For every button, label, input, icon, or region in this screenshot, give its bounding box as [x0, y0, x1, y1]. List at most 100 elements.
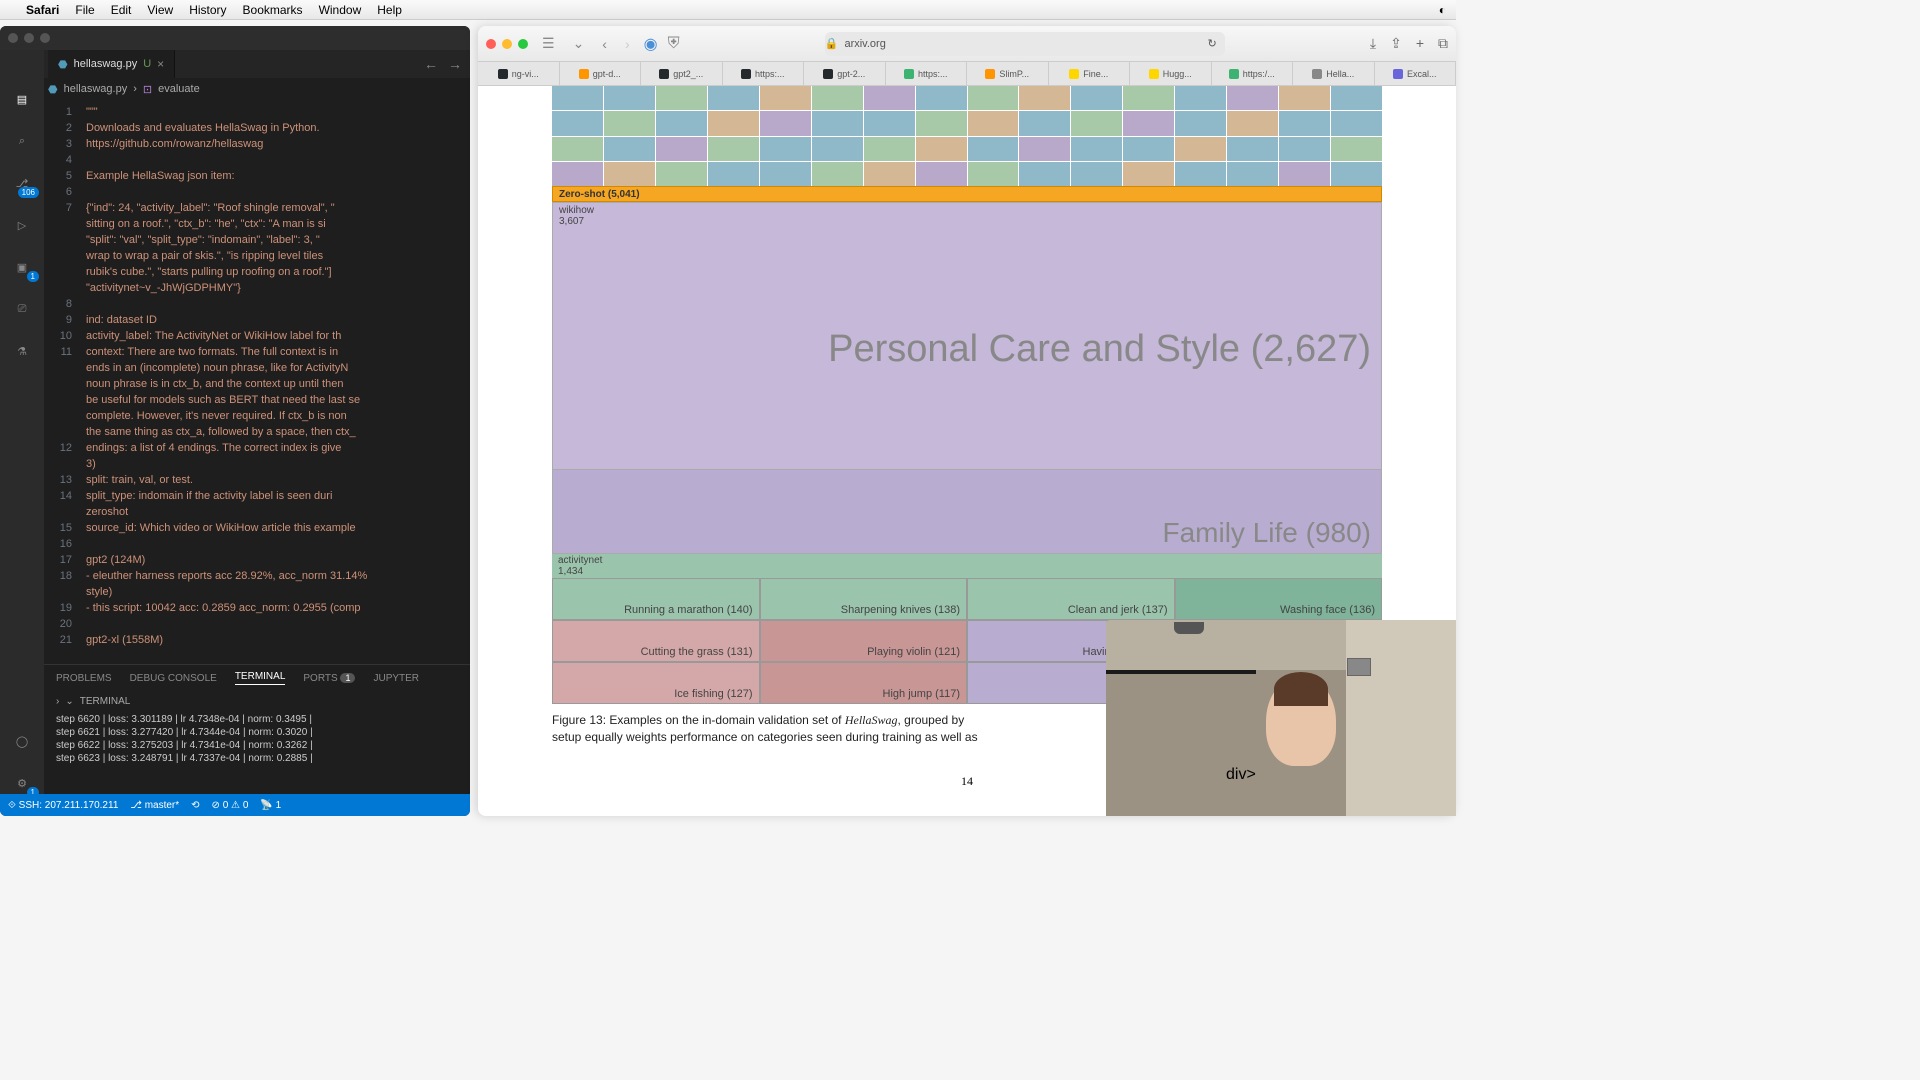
- traffic-lights[interactable]: [486, 39, 528, 49]
- traffic-lights[interactable]: [8, 33, 50, 43]
- favicon-icon: [659, 69, 669, 79]
- status-ports[interactable]: 📡 1: [260, 800, 281, 811]
- menu-edit[interactable]: Edit: [111, 3, 132, 17]
- treemap-cell: Ice fishing (127): [552, 662, 760, 704]
- code-content: """Downloads and evaluates HellaSwag in …: [80, 100, 470, 664]
- remote-icon[interactable]: ⎚: [11, 298, 33, 320]
- panel-tab-debug[interactable]: DEBUG CONSOLE: [130, 673, 217, 684]
- share-icon[interactable]: ⇪: [1390, 35, 1402, 52]
- explorer-icon[interactable]: ▤: [11, 88, 33, 110]
- breadcrumb-symbol: evaluate: [158, 83, 200, 95]
- browser-tab[interactable]: https:/...: [1212, 62, 1294, 85]
- source-control-icon[interactable]: ⎇106: [11, 172, 33, 194]
- reload-icon[interactable]: ↻: [1208, 37, 1225, 50]
- sidebar-icon[interactable]: ☰: [538, 35, 559, 52]
- treemap-cell: Playing violin (121): [760, 620, 968, 662]
- menu-window[interactable]: Window: [319, 3, 362, 17]
- family-life-cell: Family Life (980): [553, 469, 1381, 553]
- chevron-down-icon[interactable]: ⌄: [65, 696, 73, 707]
- chevron-right-icon[interactable]: ›: [56, 696, 59, 707]
- favicon-icon: [1229, 69, 1239, 79]
- menu-help[interactable]: Help: [377, 3, 402, 17]
- vscode-titlebar: [0, 26, 470, 50]
- run-debug-icon[interactable]: ▷: [11, 214, 33, 236]
- line-gutter: 1234567 891011 12 1314 15161718 192021: [44, 100, 80, 664]
- editor-tab-hellaswag[interactable]: ⬣ hellaswag.py U ×: [48, 50, 175, 78]
- terminal-label: TERMINAL: [80, 696, 131, 707]
- favicon-icon: [1149, 69, 1159, 79]
- favicon-icon: [1312, 69, 1322, 79]
- browser-tab[interactable]: https:...: [723, 62, 805, 85]
- wikihow-block: wikihow3,607 Personal Care and Style (2,…: [552, 202, 1382, 554]
- vscode-window: ← → ▤ ⌕ ⎇106 ▷ ▣1 ⎚ ⚗ ◯ ⚙1 ⬣ hellaswag.p…: [0, 26, 470, 816]
- activity-bar: ▤ ⌕ ⎇106 ▷ ▣1 ⎚ ⚗ ◯ ⚙1: [0, 50, 44, 794]
- status-bar: ⟐ SSH: 207.211.170.211 ⎇ master* ⟲ ⊘ 0 ⚠…: [0, 794, 470, 816]
- treemap-cell: Clean and jerk (137): [967, 578, 1175, 620]
- favicon-icon: [498, 69, 508, 79]
- panel-tab-ports[interactable]: PORTS 1: [303, 673, 355, 684]
- treemap-cell: Washing face (136): [1175, 578, 1383, 620]
- panel-tab-problems[interactable]: PROBLEMS: [56, 673, 112, 684]
- tabs-overview-icon[interactable]: ⧉: [1438, 35, 1448, 52]
- lock-icon: 🔒: [825, 37, 839, 50]
- status-branch[interactable]: ⎇ master*: [130, 800, 179, 811]
- treemap-cell: Cutting the grass (131): [552, 620, 760, 662]
- extensions-icon[interactable]: ▣1: [11, 256, 33, 278]
- chevron-down-icon[interactable]: ⌄: [569, 35, 589, 52]
- treemap-top: [552, 86, 1382, 186]
- breadcrumb[interactable]: ⬣ hellaswag.py › ⊡ evaluate: [0, 78, 470, 100]
- safari-tabstrip: ng-vi...gpt-d...gpt2_...https:...gpt-2..…: [478, 62, 1456, 86]
- privacy-icon[interactable]: ⛨: [668, 35, 680, 53]
- settings-gear-icon[interactable]: ⚙1: [11, 772, 33, 794]
- favicon-icon: [1069, 69, 1079, 79]
- status-ssh[interactable]: ⟐ SSH: 207.211.170.211: [8, 800, 118, 811]
- testing-icon[interactable]: ⚗: [11, 340, 33, 362]
- menu-history[interactable]: History: [189, 3, 226, 17]
- personal-care-cell: Personal Care and Style (2,627): [553, 229, 1381, 469]
- zeroshot-header: Zero-shot (5,041): [552, 186, 1382, 202]
- status-icon[interactable]: ◐: [1439, 3, 1446, 17]
- new-tab-icon[interactable]: +: [1416, 35, 1424, 52]
- accounts-icon[interactable]: ◯: [11, 730, 33, 752]
- shield-icon[interactable]: ◉: [644, 34, 658, 54]
- url-bar[interactable]: 🔒 arxiv.org ↻: [825, 32, 1225, 56]
- nav-forward-icon[interactable]: →: [448, 56, 462, 72]
- browser-tab[interactable]: gpt2_...: [641, 62, 723, 85]
- favicon-icon: [904, 69, 914, 79]
- treemap-cell: High jump (117): [760, 662, 968, 704]
- forward-button[interactable]: ›: [621, 36, 634, 52]
- nav-back-icon[interactable]: ←: [424, 56, 438, 72]
- webcam-overlay: div>: [1106, 620, 1456, 816]
- status-sync-icon[interactable]: ⟲: [191, 800, 199, 811]
- download-icon[interactable]: ⤓: [1370, 35, 1376, 52]
- bottom-panel: PROBLEMS DEBUG CONSOLE TERMINAL PORTS 1 …: [44, 664, 470, 794]
- menu-bookmarks[interactable]: Bookmarks: [243, 3, 303, 17]
- favicon-icon: [1393, 69, 1403, 79]
- menu-view[interactable]: View: [147, 3, 173, 17]
- browser-tab[interactable]: Fine...: [1049, 62, 1131, 85]
- close-tab-icon[interactable]: ×: [157, 57, 164, 71]
- browser-tab[interactable]: Hugg...: [1130, 62, 1212, 85]
- favicon-icon: [579, 69, 589, 79]
- status-errors[interactable]: ⊘ 0 ⚠ 0: [212, 800, 249, 811]
- terminal-output[interactable]: step 6620 | loss: 3.301189 | lr 4.7348e-…: [44, 711, 470, 767]
- panel-tab-jupyter[interactable]: JUPYTER: [373, 673, 419, 684]
- menubar-app-name[interactable]: Safari: [26, 3, 59, 17]
- browser-tab[interactable]: ng-vi...: [478, 62, 560, 85]
- search-icon[interactable]: ⌕: [11, 130, 33, 152]
- browser-tab[interactable]: SlimP...: [967, 62, 1049, 85]
- tab-git-marker: U: [143, 58, 151, 70]
- safari-toolbar: ☰ ⌄ ‹ › ◉ ⛨ 🔒 arxiv.org ↻ ⤓ ⇪ + ⧉: [478, 26, 1456, 62]
- panel-tab-terminal[interactable]: TERMINAL: [235, 671, 286, 685]
- browser-tab[interactable]: gpt-d...: [560, 62, 642, 85]
- code-editor[interactable]: 1234567 891011 12 1314 15161718 192021 "…: [44, 100, 470, 664]
- menu-file[interactable]: File: [75, 3, 94, 17]
- favicon-icon: [823, 69, 833, 79]
- browser-tab[interactable]: Excal...: [1375, 62, 1457, 85]
- browser-tab[interactable]: gpt-2...: [804, 62, 886, 85]
- macos-menubar: Safari File Edit View History Bookmarks …: [0, 0, 1456, 20]
- browser-tab[interactable]: https:...: [886, 62, 968, 85]
- browser-tab[interactable]: Hella...: [1293, 62, 1375, 85]
- back-button[interactable]: ‹: [598, 36, 611, 52]
- editor-tabs: ⬣ hellaswag.py U ×: [0, 50, 470, 78]
